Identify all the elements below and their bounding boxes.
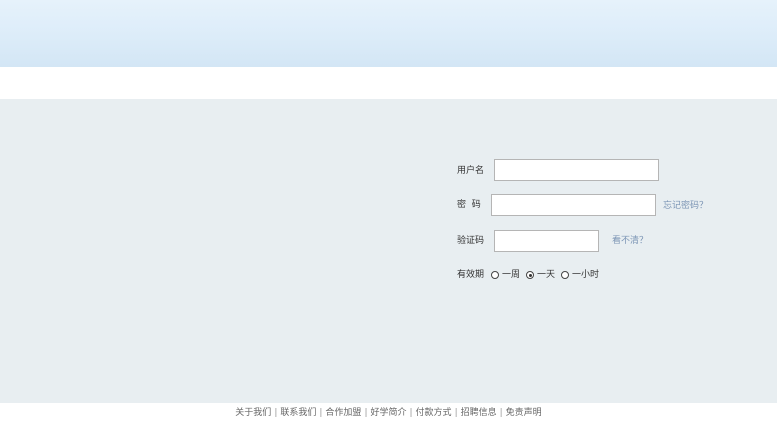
captcha-refresh-link[interactable]: 看不清？	[612, 235, 648, 247]
footer-separator: |	[319, 408, 323, 418]
captcha-label: 验证码	[457, 236, 485, 246]
validity-radio-group: 一周 一天 一小时	[491, 269, 605, 281]
password-input[interactable]	[491, 194, 656, 216]
footer-separator: |	[409, 408, 413, 418]
radio-day[interactable]	[526, 271, 535, 279]
username-input[interactable]	[494, 159, 659, 181]
validity-option-label: 一小时	[572, 270, 600, 280]
content-area: 用户名 密 码 忘记密码？ 验证码 看不清？ 有效期 一周 一天 一小时	[0, 99, 777, 403]
login-page: 用户名 密 码 忘记密码？ 验证码 看不清？ 有效期 一周 一天 一小时 关于我…	[0, 0, 777, 423]
footer-separator: |	[454, 408, 458, 418]
footer-link-contact[interactable]: 联系我们	[280, 408, 316, 418]
footer-link-jobs[interactable]: 招聘信息	[461, 408, 497, 418]
validity-label: 有效期	[457, 270, 485, 280]
radio-week[interactable]	[491, 271, 499, 279]
footer-separator: |	[364, 408, 368, 418]
validity-option-hour[interactable]: 一小时	[561, 269, 599, 281]
footer-separator: |	[274, 408, 278, 418]
validity-option-week[interactable]: 一周	[491, 269, 520, 281]
footer-link-partnership[interactable]: 合作加盟	[325, 408, 361, 418]
footer-link-disclaimer[interactable]: 免责声明	[506, 408, 542, 418]
validity-option-label: 一天	[537, 270, 556, 280]
password-label: 密 码	[457, 200, 481, 210]
footer-link-payment[interactable]: 付款方式	[416, 408, 452, 418]
footer: 关于我们 | 联系我们 | 合作加盟 | 好学简介 | 付款方式 | 招聘信息 | 免责声明	[0, 403, 777, 423]
footer-link-about[interactable]: 关于我们	[235, 408, 271, 418]
username-label: 用户名	[457, 166, 485, 176]
login-form: 用户名 密 码 忘记密码？ 验证码 看不清？ 有效期 一周 一天 一小时	[0, 99, 777, 403]
header-band	[0, 67, 777, 99]
footer-link-intro[interactable]: 好学简介	[370, 408, 406, 418]
validity-option-day[interactable]: 一天	[526, 269, 555, 281]
forgot-password-link[interactable]: 忘记密码？	[663, 200, 708, 212]
radio-hour[interactable]	[561, 271, 570, 279]
top-banner	[0, 0, 777, 67]
footer-separator: |	[499, 408, 503, 418]
captcha-input[interactable]	[494, 230, 599, 252]
validity-option-label: 一周	[502, 270, 521, 280]
